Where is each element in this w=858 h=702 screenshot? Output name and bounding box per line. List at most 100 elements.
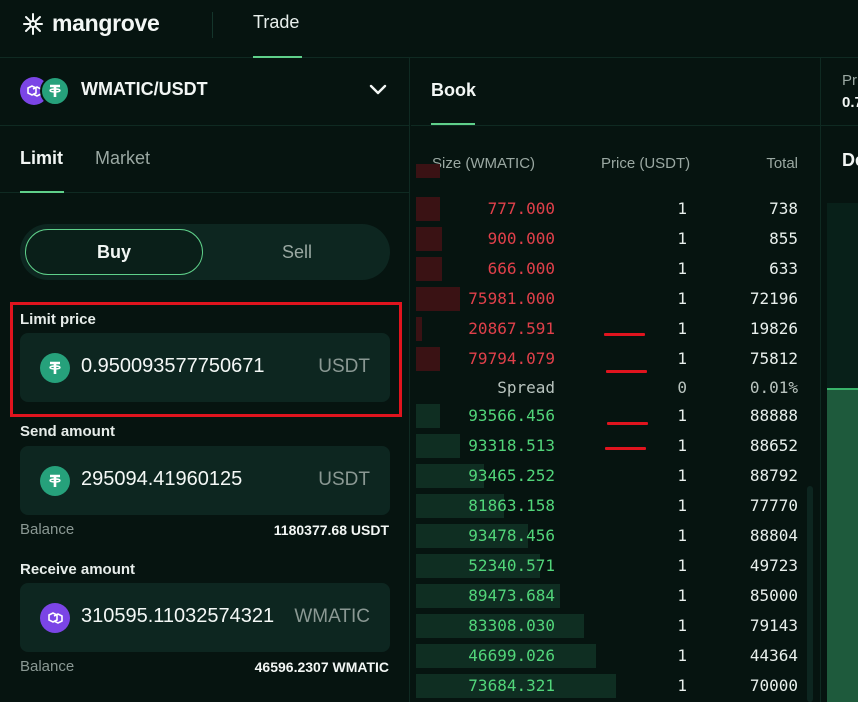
send-amount-input[interactable]: 295094.41960125	[81, 468, 277, 491]
chevron-down-icon[interactable]	[368, 82, 388, 98]
brand-logo[interactable]: mangrove	[20, 10, 160, 37]
cell-total: 44364	[749, 646, 798, 665]
send-balance-value[interactable]: 1180377.68 USDT	[274, 522, 389, 538]
buy-button[interactable]: Buy	[25, 229, 203, 275]
bid-row[interactable]: 93318.513 1 88652	[411, 431, 811, 461]
brand-name: mangrove	[52, 10, 160, 36]
cell-price: 1	[677, 646, 687, 665]
nav-tab-trade[interactable]: Trade	[253, 12, 299, 33]
depth-bar	[416, 227, 442, 251]
annotation-mark	[607, 422, 648, 425]
cell-total: 88792	[749, 466, 798, 485]
cell-total: 70000	[749, 676, 798, 695]
cell-size: 20867.591	[468, 319, 555, 338]
cell-size: 93318.513	[468, 436, 555, 455]
depth-bar	[416, 317, 422, 341]
bid-row[interactable]: 46699.026 1 44364	[411, 641, 811, 671]
bid-row[interactable]: 81863.158 1 77770	[411, 491, 811, 521]
mangrove-logo-icon	[23, 12, 43, 35]
cell-price: 1	[677, 556, 687, 575]
cell-size: 83308.030	[468, 616, 555, 635]
bid-row[interactable]: 83308.030 1 79143	[411, 611, 811, 641]
depth-bar	[416, 257, 442, 281]
annotation-mark	[605, 447, 646, 450]
annotation-mark	[606, 370, 647, 373]
tab-limit[interactable]: Limit	[20, 148, 63, 169]
receive-amount-label: Receive amount	[20, 561, 136, 578]
cell-size: 900.000	[487, 229, 555, 248]
depth-chart-bid-area	[827, 388, 858, 702]
cell-size: 93566.456	[468, 406, 555, 425]
bid-row[interactable]: 89473.684 1 85000	[411, 581, 811, 611]
bid-row[interactable]: 52340.571 1 49723	[411, 551, 811, 581]
receive-balance-label: Balance	[20, 658, 75, 675]
receive-amount-field[interactable]: 310595.11032574321 WMATIC	[20, 583, 390, 652]
right-panel-divider	[821, 125, 858, 126]
cell-price: 1	[677, 676, 687, 695]
nav-divider	[212, 12, 213, 38]
cell-price: 1	[677, 289, 687, 308]
cell-price: 1	[677, 496, 687, 515]
pair-icons	[20, 76, 70, 106]
cell-total: 72196	[749, 289, 798, 308]
send-amount-label: Send amount	[20, 423, 116, 440]
bid-row[interactable]: 73684.321 1 70000	[411, 671, 811, 701]
depth-bar	[416, 197, 440, 221]
cell-price: 1	[677, 616, 687, 635]
pair-selector[interactable]: WMATIC/USDT	[0, 58, 410, 126]
receive-amount-unit: WMATIC	[294, 606, 370, 627]
depth-bar	[416, 404, 440, 428]
ask-row[interactable]: 777.000 1 738	[411, 194, 811, 224]
cell-price: 1	[677, 319, 687, 338]
pair-label: WMATIC/USDT	[81, 79, 208, 99]
right-panel-price-label: Pri	[842, 72, 858, 89]
cell-size: 52340.571	[468, 556, 555, 575]
cell-price: 1	[677, 259, 687, 278]
top-navigation: mangrove Trade	[0, 0, 858, 58]
right-panel-price-value: 0.7	[842, 94, 858, 111]
usdt-token-icon	[40, 466, 70, 496]
cell-size: 93465.252	[468, 466, 555, 485]
bid-row[interactable]: 93566.456 1 88888	[411, 401, 811, 431]
cell-total: 75812	[749, 349, 798, 368]
send-amount-field[interactable]: 295094.41960125 USDT	[20, 446, 390, 515]
ask-row[interactable]: 20867.591 1 19826	[411, 314, 811, 344]
cell-size: 46699.026	[468, 646, 555, 665]
cell-size: 79794.079	[468, 349, 555, 368]
cell-size: 777.000	[487, 199, 555, 218]
order-book: Book Size (WMATIC) Price (USDT) Total 77…	[411, 58, 820, 702]
receive-amount-input[interactable]: 310595.11032574321	[81, 605, 277, 628]
tab-active-indicator	[20, 191, 64, 193]
order-type-tabs: Limit Market	[0, 126, 410, 193]
cell-total: 19826	[749, 319, 798, 338]
buy-sell-toggle: Buy Sell	[20, 224, 390, 280]
usdt-token-icon	[40, 76, 70, 106]
depth-bar	[416, 164, 440, 178]
matic-token-icon	[40, 603, 70, 633]
book-divider	[411, 125, 820, 126]
cell-size: 93478.456	[468, 526, 555, 545]
tab-market[interactable]: Market	[95, 148, 150, 169]
cell-size: 81863.158	[468, 496, 555, 515]
cell-total: 77770	[749, 496, 798, 515]
ask-row[interactable]: 666.000 1 633	[411, 254, 811, 284]
cell-price: 1	[677, 406, 687, 425]
cell-total: 85000	[749, 586, 798, 605]
bid-row[interactable]: 93478.456 1 88804	[411, 521, 811, 551]
cell-total: 88652	[749, 436, 798, 455]
ask-row[interactable]: 75981.000 1 72196	[411, 284, 811, 314]
cell-price: 1	[677, 526, 687, 545]
cell-price: 1	[677, 436, 687, 455]
bid-row[interactable]: 93465.252 1 88792	[411, 461, 811, 491]
book-title[interactable]: Book	[431, 80, 476, 101]
cell-total: 49723	[749, 556, 798, 575]
book-scrollbar[interactable]	[807, 486, 813, 702]
ask-row[interactable]: 900.000 1 855	[411, 224, 811, 254]
cell-size: 89473.684	[468, 586, 555, 605]
receive-balance-value[interactable]: 46596.2307 WMATIC	[255, 659, 389, 675]
send-amount-unit: USDT	[318, 469, 370, 490]
tab-depth[interactable]: De	[842, 150, 858, 171]
cell-total: 88888	[749, 406, 798, 425]
ask-row-partial	[411, 164, 811, 178]
sell-button[interactable]: Sell	[208, 229, 386, 275]
